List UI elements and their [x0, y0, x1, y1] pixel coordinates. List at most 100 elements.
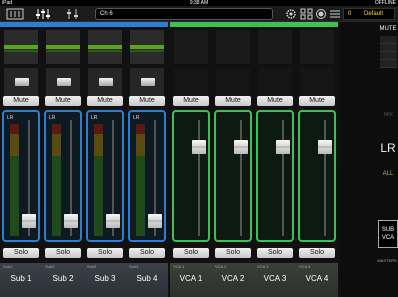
- eq-curve: [46, 45, 80, 49]
- fader-track: [240, 120, 242, 236]
- meter-red-zone: [94, 124, 103, 134]
- pan-knob[interactable]: [15, 78, 29, 86]
- pan-control: [257, 67, 293, 97]
- sub-vca-layer-button[interactable]: SUB VCA: [378, 220, 398, 248]
- fader-track: [324, 120, 326, 236]
- meter-label: LR: [133, 115, 140, 121]
- channel-strips: Mute LR Solo Sub1 Sub 1 Mute LR Solo Sub…: [0, 22, 338, 297]
- solo-button[interactable]: Solo: [173, 248, 209, 258]
- solo-button[interactable]: Solo: [299, 248, 335, 258]
- fader-cap[interactable]: [22, 213, 36, 228]
- mute-button[interactable]: Mute: [129, 96, 165, 106]
- channel-name-box[interactable]: Sub4 Sub 4: [126, 263, 168, 297]
- mute-group-3[interactable]: [380, 52, 397, 60]
- solo-button[interactable]: Solo: [3, 248, 39, 258]
- pan-control[interactable]: [87, 67, 123, 97]
- solo-button[interactable]: Solo: [215, 248, 251, 258]
- top-toolbar: Ch 6 0 Default: [0, 6, 398, 22]
- eq-display[interactable]: [129, 29, 165, 65]
- menu-icon[interactable]: [326, 8, 344, 20]
- solo-button[interactable]: Solo: [129, 248, 165, 258]
- fader-cap[interactable]: [64, 213, 78, 228]
- mute-group-2[interactable]: [380, 44, 397, 52]
- channel-strip: Mute LR Solo Sub4 Sub 4: [126, 22, 168, 297]
- channel-strip: Mute LR Solo Sub3 Sub 3: [84, 22, 126, 297]
- fader-cap[interactable]: [148, 213, 162, 228]
- channel-name-box[interactable]: VCA 4 VCA 4: [296, 263, 338, 297]
- eq-display[interactable]: [45, 29, 81, 65]
- fader-cap[interactable]: [192, 140, 206, 155]
- mute-button[interactable]: Mute: [87, 96, 123, 106]
- eq-display[interactable]: [3, 29, 39, 65]
- channel-name: Sub 2: [52, 274, 74, 283]
- channel-name: Sub 4: [136, 274, 158, 283]
- mute-button[interactable]: Mute: [3, 96, 39, 106]
- eq-display[interactable]: [257, 29, 293, 65]
- eq-display[interactable]: [215, 29, 251, 65]
- vca-label: VCA: [381, 235, 395, 241]
- channel-name-box[interactable]: Sub3 Sub 3: [84, 263, 126, 297]
- channel-name: VCA 1: [179, 274, 203, 283]
- channel-name: VCA 3: [263, 274, 287, 283]
- fader-area: [298, 110, 336, 242]
- channel-name-box[interactable]: VCA 3 VCA 3: [254, 263, 296, 297]
- mute-button[interactable]: Mute: [215, 96, 251, 106]
- all-button[interactable]: ALL: [378, 168, 398, 180]
- meter-red-zone: [10, 124, 19, 134]
- mute-button[interactable]: Mute: [45, 96, 81, 106]
- meter-red-zone: [52, 124, 61, 134]
- mute-group-1[interactable]: [380, 36, 397, 44]
- channel-tag: Sub3: [87, 264, 97, 269]
- eq-display[interactable]: [299, 29, 335, 65]
- channel-name-box[interactable]: Sub1 Sub 1: [0, 263, 42, 297]
- mute-groups[interactable]: [380, 36, 397, 88]
- pan-knob[interactable]: [99, 78, 113, 86]
- channel-tag: Sub1: [3, 264, 13, 269]
- channel-strip: Mute Solo VCA 1 VCA 1: [170, 22, 212, 297]
- mute-groups-label: MUTE: [379, 26, 397, 32]
- fader-track: [198, 120, 200, 236]
- pan-knob[interactable]: [141, 78, 155, 86]
- channel-tag: VCA 1: [173, 264, 185, 269]
- eq-curve-shadow: [130, 50, 164, 52]
- meter-yellow-zone: [136, 134, 145, 156]
- meter-label: LR: [91, 115, 98, 121]
- channel-strip: Mute Solo VCA 4 VCA 4: [296, 22, 338, 297]
- pan-control[interactable]: [45, 67, 81, 97]
- solo-button[interactable]: Solo: [87, 248, 123, 258]
- channel-name-box[interactable]: VCA 1 VCA 1: [170, 263, 212, 297]
- channel-tag: VCA 4: [299, 264, 311, 269]
- channel-detail-icon[interactable]: [64, 8, 82, 20]
- solo-button[interactable]: Solo: [45, 248, 81, 258]
- eq-curve-shadow: [88, 50, 122, 52]
- eq-display[interactable]: [173, 29, 209, 65]
- pan-knob[interactable]: [57, 78, 71, 86]
- channel-name-field[interactable]: Ch 6: [95, 8, 273, 20]
- meter-yellow-zone: [10, 134, 19, 156]
- mixer-view-icon[interactable]: [6, 8, 24, 20]
- scene-name: Default: [364, 11, 384, 17]
- channel-name-box[interactable]: VCA 2 VCA 2: [212, 263, 254, 297]
- fader-area: LR: [86, 110, 124, 242]
- fader-cap[interactable]: [276, 140, 290, 155]
- mute-button[interactable]: Mute: [173, 96, 209, 106]
- pan-control[interactable]: [129, 67, 165, 97]
- level-meter: [10, 124, 19, 236]
- fader-cap[interactable]: [234, 140, 248, 155]
- meter-green-zone: [94, 156, 103, 236]
- lr-mix-button[interactable]: LR: [378, 134, 398, 162]
- pan-control[interactable]: [3, 67, 39, 97]
- mute-button[interactable]: Mute: [299, 96, 335, 106]
- faders-icon[interactable]: [34, 8, 52, 20]
- eq-display[interactable]: [87, 29, 123, 65]
- channel-name-box[interactable]: Sub2 Sub 2: [42, 263, 84, 297]
- fader-cap[interactable]: [318, 140, 332, 155]
- mute-button[interactable]: Mute: [257, 96, 293, 106]
- fader-cap[interactable]: [106, 213, 120, 228]
- level-meter: [136, 124, 145, 236]
- channel-name: Sub 3: [94, 274, 116, 283]
- solo-button[interactable]: Solo: [257, 248, 293, 258]
- scene-selector[interactable]: 0 Default: [343, 8, 395, 20]
- mute-group-4[interactable]: [380, 60, 397, 68]
- strip-color-bar: [296, 22, 338, 27]
